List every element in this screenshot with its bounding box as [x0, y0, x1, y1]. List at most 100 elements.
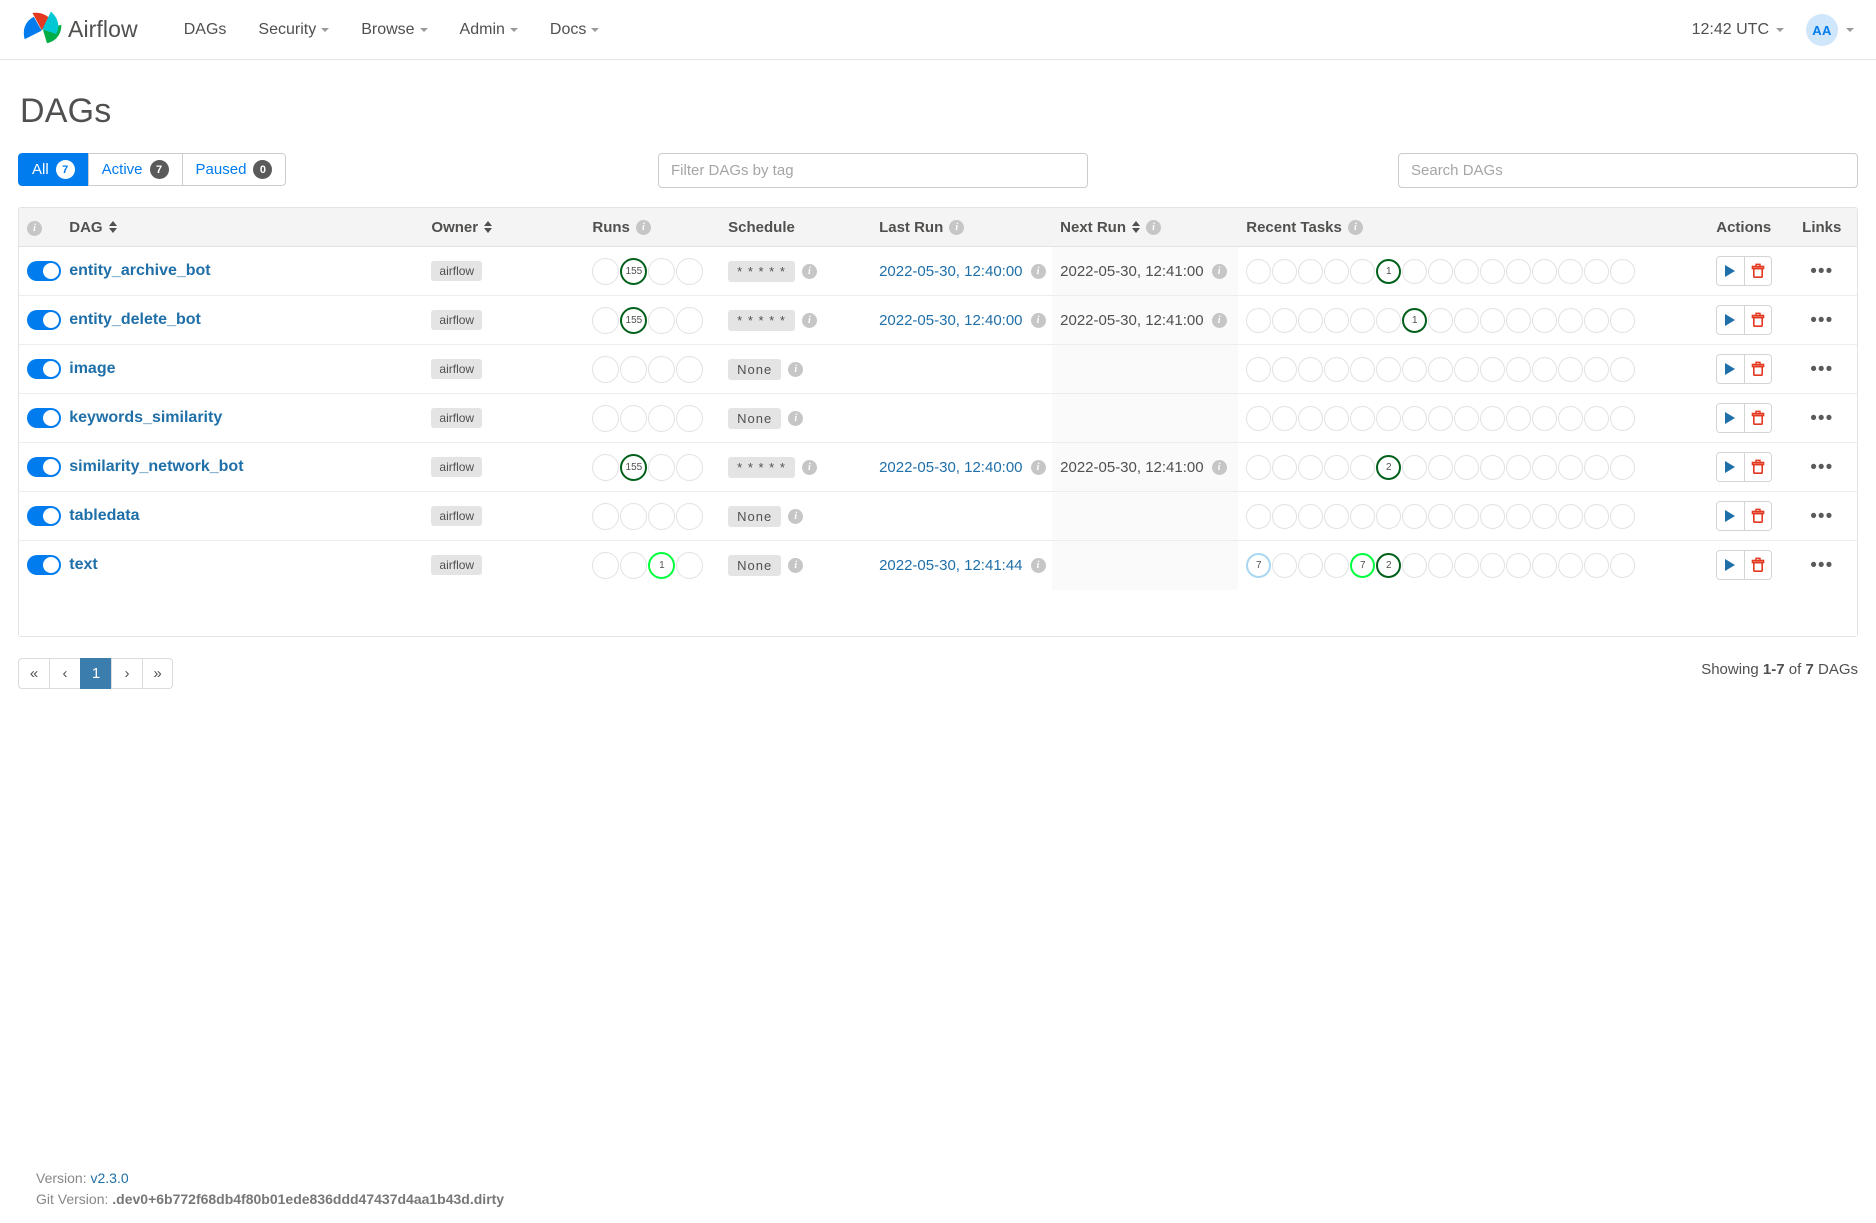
- dag-name-link[interactable]: entity_delete_bot: [69, 311, 201, 328]
- trigger-dag-button[interactable]: [1716, 355, 1744, 383]
- info-icon[interactable]: i: [788, 410, 804, 426]
- info-icon[interactable]: i: [788, 508, 804, 524]
- header-next-run[interactable]: Next Run i: [1052, 208, 1239, 247]
- delete-dag-button[interactable]: [1743, 404, 1771, 432]
- dag-name-link[interactable]: image: [69, 360, 115, 377]
- trigger-dag-button[interactable]: [1716, 257, 1744, 285]
- dag-name-link[interactable]: tabledata: [69, 507, 139, 524]
- info-icon[interactable]: i: [801, 263, 817, 279]
- nav-item-admin[interactable]: Admin: [444, 13, 534, 47]
- last-run-link[interactable]: 2022-05-30, 12:40:00: [879, 263, 1022, 280]
- run-state-circle-success[interactable]: 155: [620, 453, 648, 481]
- last-run-link[interactable]: 2022-05-30, 12:40:00: [879, 459, 1022, 476]
- info-icon[interactable]: i: [801, 459, 817, 475]
- info-icon[interactable]: i: [1030, 312, 1046, 328]
- filter-tab-all[interactable]: All 7: [18, 153, 88, 186]
- user-menu[interactable]: AA: [1806, 14, 1854, 46]
- page-prev-button[interactable]: ‹: [49, 658, 80, 689]
- run-state-circle-running[interactable]: 1: [648, 551, 676, 579]
- run-state-circle-success[interactable]: 155: [620, 306, 648, 334]
- trigger-dag-button[interactable]: [1716, 551, 1744, 580]
- owner-badge[interactable]: airflow: [431, 555, 483, 576]
- page-next-button[interactable]: ›: [111, 658, 142, 689]
- delete-dag-button[interactable]: [1743, 453, 1771, 481]
- filter-tab-active[interactable]: Active 7: [87, 153, 182, 186]
- dag-name-link[interactable]: keywords_similarity: [69, 409, 222, 426]
- owner-badge[interactable]: airflow: [431, 310, 483, 330]
- trigger-dag-button[interactable]: [1716, 502, 1744, 530]
- nav-item-security[interactable]: Security: [242, 13, 345, 47]
- task-state-circle-running[interactable]: 7: [1350, 552, 1376, 578]
- trigger-dag-button[interactable]: [1716, 306, 1744, 334]
- brand-logo-link[interactable]: Airflow: [22, 10, 138, 50]
- nav-item-browse[interactable]: Browse: [345, 13, 443, 47]
- pause-toggle[interactable]: [27, 555, 61, 576]
- owner-badge[interactable]: airflow: [431, 506, 483, 526]
- info-icon[interactable]: i: [1211, 459, 1227, 475]
- owner-badge[interactable]: airflow: [431, 408, 483, 428]
- pause-toggle-cell: [19, 295, 62, 345]
- pause-toggle[interactable]: [27, 408, 61, 428]
- task-state-circle-success[interactable]: 2: [1376, 454, 1402, 480]
- info-icon[interactable]: i: [1347, 219, 1363, 235]
- pause-toggle[interactable]: [27, 506, 61, 526]
- search-input[interactable]: [1398, 153, 1858, 188]
- task-state-circle-queued[interactable]: 7: [1246, 552, 1272, 578]
- delete-dag-button[interactable]: [1743, 551, 1771, 580]
- links-menu-button[interactable]: •••: [1810, 457, 1833, 478]
- nav-item-docs[interactable]: Docs: [534, 13, 615, 47]
- links-menu-button[interactable]: •••: [1810, 408, 1833, 429]
- dag-name-link[interactable]: similarity_network_bot: [69, 458, 243, 475]
- pause-toggle[interactable]: [27, 457, 61, 477]
- owner-badge[interactable]: airflow: [431, 457, 483, 477]
- delete-dag-button[interactable]: [1743, 502, 1771, 530]
- pause-toggle[interactable]: [27, 261, 61, 281]
- trigger-dag-button[interactable]: [1716, 404, 1744, 432]
- info-icon[interactable]: i: [1211, 263, 1227, 279]
- timezone-selector[interactable]: 12:42 UTC: [1692, 21, 1784, 39]
- pause-toggle[interactable]: [27, 310, 61, 330]
- page-1-button[interactable]: 1: [80, 658, 111, 689]
- links-menu-button[interactable]: •••: [1810, 359, 1833, 380]
- owner-badge[interactable]: airflow: [431, 261, 483, 281]
- task-state-circle-success[interactable]: 2: [1376, 552, 1402, 578]
- info-icon[interactable]: i: [27, 221, 42, 236]
- info-icon[interactable]: i: [1211, 312, 1227, 328]
- filter-tab-paused[interactable]: Paused 0: [181, 153, 287, 186]
- links-menu-button[interactable]: •••: [1810, 310, 1833, 331]
- pause-toggle[interactable]: [27, 359, 61, 379]
- trigger-dag-button[interactable]: [1716, 453, 1744, 481]
- nav-item-dags[interactable]: DAGs: [168, 13, 243, 47]
- last-run-link[interactable]: 2022-05-30, 12:40:00: [879, 312, 1022, 329]
- dag-name-link[interactable]: text: [69, 556, 97, 573]
- links-menu-button[interactable]: •••: [1810, 506, 1833, 527]
- page-last-button[interactable]: »: [142, 658, 173, 689]
- dag-name-link[interactable]: entity_archive_bot: [69, 262, 210, 279]
- header-dag[interactable]: DAG: [61, 208, 424, 247]
- delete-dag-button[interactable]: [1743, 306, 1771, 334]
- links-menu-button[interactable]: •••: [1810, 555, 1833, 576]
- play-icon: [1725, 363, 1736, 375]
- delete-dag-button[interactable]: [1743, 355, 1771, 383]
- info-icon[interactable]: i: [1030, 557, 1046, 573]
- links-menu-button[interactable]: •••: [1810, 261, 1833, 282]
- owner-badge[interactable]: airflow: [431, 359, 483, 379]
- info-icon[interactable]: i: [949, 219, 965, 235]
- schedule-badge: * * * * *: [728, 456, 795, 478]
- delete-dag-button[interactable]: [1743, 257, 1771, 285]
- page-first-button[interactable]: «: [18, 658, 49, 689]
- last-run-link[interactable]: 2022-05-30, 12:41:44: [879, 557, 1022, 574]
- header-owner[interactable]: Owner: [423, 208, 585, 247]
- task-state-circle-success[interactable]: 1: [1402, 307, 1428, 333]
- info-icon[interactable]: i: [1030, 459, 1046, 475]
- info-icon[interactable]: i: [1145, 219, 1161, 235]
- info-icon[interactable]: i: [801, 312, 817, 328]
- tag-filter-input[interactable]: [658, 153, 1088, 188]
- version-link[interactable]: v2.3.0: [90, 1170, 128, 1186]
- task-state-circle-success[interactable]: 1: [1376, 258, 1402, 284]
- info-icon[interactable]: i: [1030, 263, 1046, 279]
- info-icon[interactable]: i: [788, 361, 804, 377]
- info-icon[interactable]: i: [635, 219, 651, 235]
- run-state-circle-success[interactable]: 155: [620, 257, 648, 285]
- info-icon[interactable]: i: [788, 557, 804, 573]
